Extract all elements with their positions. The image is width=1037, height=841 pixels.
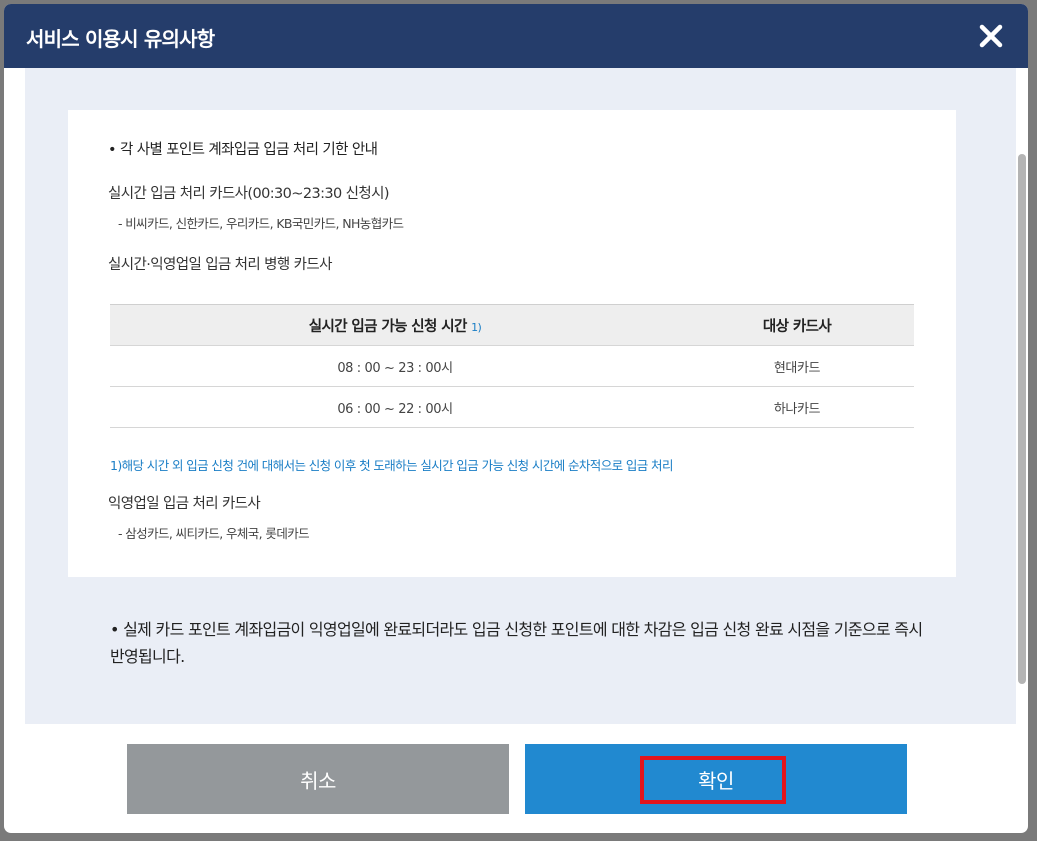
- table-row: 08 : 00 ~ 23 : 00시 현대카드: [110, 345, 914, 387]
- realtime-title: 실시간 입금 처리 카드사(00:30~23:30 신청시): [108, 186, 390, 202]
- close-icon: [979, 24, 1003, 48]
- table-footnote: 1)해당 시간 외 입금 신청 건에 대해서는 신청 이후 첫 도래하는 실시간…: [110, 458, 673, 473]
- deposit-time-table: 실시간 입금 가능 신청 시간 1) 대상 카드사 08 : 00 ~ 23 :…: [110, 304, 914, 428]
- confirm-highlight-box: [640, 756, 786, 804]
- table-header-row: 실시간 입금 가능 신청 시간 1) 대상 카드사: [110, 304, 914, 346]
- table-cell-time: 08 : 00 ~ 23 : 00시: [110, 345, 680, 387]
- table-header-time: 실시간 입금 가능 신청 시간 1): [110, 304, 680, 346]
- deposit-info-box: • 각 사별 포인트 계좌입금 입금 처리 기한 안내 실시간 입금 처리 카드…: [68, 110, 956, 577]
- table-cell-time: 06 : 00 ~ 22 : 00시: [110, 386, 680, 428]
- table-header-card: 대상 카드사: [680, 304, 914, 346]
- deduction-notice: • 실제 카드 포인트 계좌입금이 익영업일에 완료되더라도 입금 신청한 포인…: [110, 620, 923, 666]
- table-row: 06 : 00 ~ 22 : 00시 하나카드: [110, 386, 914, 428]
- table-cell-card: 하나카드: [680, 386, 914, 428]
- realtime-cards: - 비씨카드, 신한카드, 우리카드, KB국민카드, NH농협카드: [118, 216, 404, 231]
- cancel-button[interactable]: 취소: [127, 744, 509, 814]
- table-cell-card: 현대카드: [680, 345, 914, 387]
- nextday-cards: - 삼성카드, 씨티카드, 우체국, 롯데카드: [118, 526, 310, 541]
- confirm-button[interactable]: 확인: [525, 744, 907, 814]
- cancel-label: 취소: [300, 768, 336, 793]
- parallel-title: 실시간·익영업일 입금 처리 병행 카드사: [108, 257, 332, 273]
- modal-scroll-body[interactable]: • 각 사별 포인트 계좌입금 입금 처리 기한 안내 실시간 입금 처리 카드…: [25, 68, 1027, 724]
- notice-modal: 서비스 이용시 유의사항 • 각 사별 포인트 계좌입금 입금 처리 기한 안내…: [4, 4, 1028, 833]
- footnote-marker: 1): [471, 320, 482, 334]
- section-title: • 각 사별 포인트 계좌입금 입금 처리 기한 안내: [108, 142, 378, 158]
- close-button[interactable]: [976, 21, 1006, 51]
- modal-header: 서비스 이용시 유의사항: [4, 4, 1028, 68]
- modal-title: 서비스 이용시 유의사항: [26, 27, 215, 51]
- scrollbar-thumb[interactable]: [1018, 154, 1026, 684]
- nextday-title: 익영업일 입금 처리 카드사: [108, 496, 261, 512]
